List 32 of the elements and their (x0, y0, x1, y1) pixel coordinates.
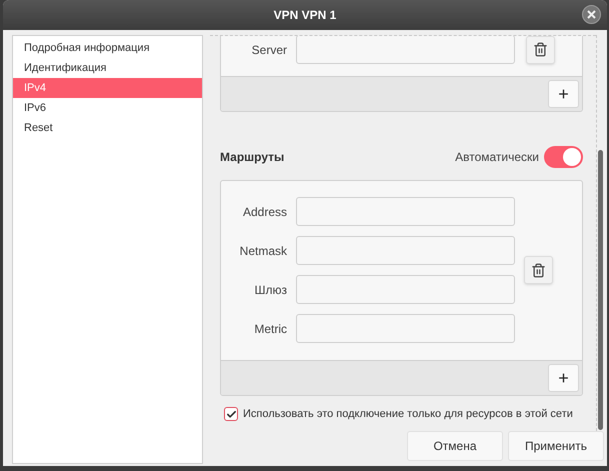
input-field[interactable] (296, 275, 515, 304)
delete-button[interactable] (524, 256, 553, 284)
close-icon (587, 10, 596, 19)
input-field[interactable] (296, 36, 515, 64)
field-label: Server (250, 42, 288, 58)
window-title: VPN VPN 1 (272, 7, 338, 24)
dialog-button[interactable]: Отмена (407, 431, 503, 461)
input-field[interactable] (296, 236, 515, 265)
check-icon (226, 408, 236, 420)
add-button[interactable]: + (548, 80, 579, 108)
sidebar-item[interactable]: IPv6 (13, 98, 202, 118)
toggle-switch[interactable] (544, 146, 583, 168)
input-field[interactable] (296, 197, 515, 226)
toggle-label: Автоматически (455, 149, 539, 166)
sidebar-item[interactable]: Reset (13, 118, 202, 138)
field-label: Netmask (238, 242, 288, 260)
dialog-button[interactable]: Применить (508, 431, 604, 461)
trash-icon (531, 262, 546, 278)
add-button[interactable]: + (548, 364, 579, 392)
scrollbar[interactable] (598, 150, 603, 430)
input-field[interactable] (296, 314, 515, 343)
close-button[interactable] (582, 5, 601, 24)
sidebar-item[interactable]: Подробная информация (13, 38, 202, 58)
sidebar-item[interactable]: Идентификация (13, 58, 202, 78)
checkbox[interactable] (224, 407, 238, 422)
field-label: Metric (253, 320, 288, 338)
delete-button[interactable] (526, 36, 555, 64)
field-label: Шлюз (253, 282, 288, 298)
checkbox-label: Использовать это подключение только для ресурсов в этой сети (243, 407, 573, 422)
field-label: Address (242, 204, 288, 220)
trash-icon (533, 42, 548, 57)
section-title: Маршруты (220, 149, 284, 166)
